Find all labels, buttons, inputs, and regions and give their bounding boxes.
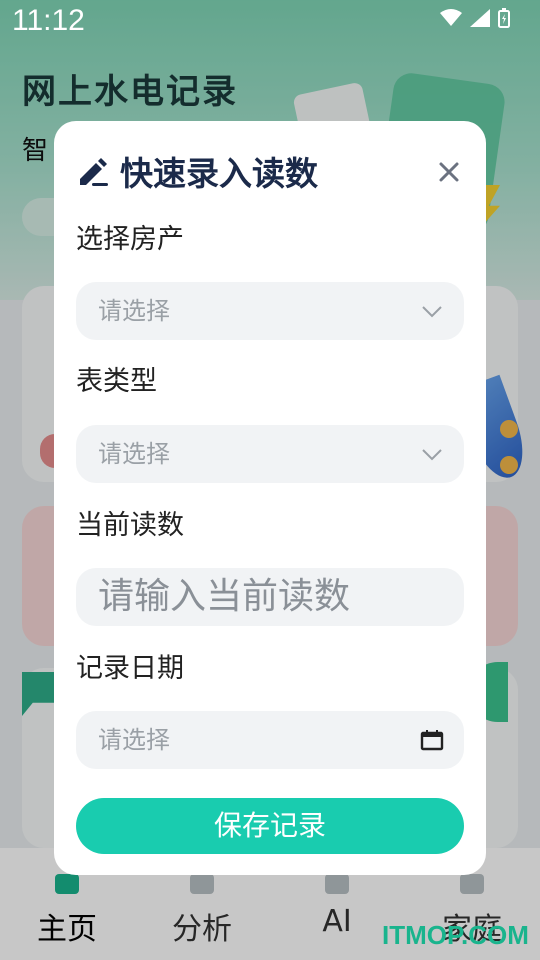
modal-title: 快速录入读数 xyxy=(120,154,318,193)
wifi-icon xyxy=(440,9,462,26)
chevron-down-icon xyxy=(422,306,442,318)
meter-type-select[interactable]: 请选择 xyxy=(76,425,464,483)
property-placeholder: 请选择 xyxy=(98,297,170,325)
property-select[interactable]: 请选择 xyxy=(76,282,464,340)
close-button[interactable] xyxy=(432,155,466,189)
meter-type-label: 表类型 xyxy=(76,366,157,397)
reading-input[interactable]: 请输入当前读数 xyxy=(76,568,464,626)
status-icons xyxy=(440,8,510,28)
reading-placeholder: 请输入当前读数 xyxy=(98,576,351,617)
meter-type-placeholder: 请选择 xyxy=(98,440,170,468)
modal-header: 快速录入读数 xyxy=(76,151,464,199)
battery-icon xyxy=(498,8,510,28)
date-placeholder: 请选择 xyxy=(98,726,170,754)
property-label: 选择房产 xyxy=(76,224,184,255)
quick-entry-modal: 快速录入读数 选择房产 请选择 表类型 请选择 当前读数 请输入当前读数 记录日… xyxy=(54,121,486,875)
edit-icon xyxy=(80,158,108,186)
reading-label: 当前读数 xyxy=(76,510,184,541)
calendar-icon xyxy=(420,730,444,751)
signal-icon xyxy=(470,9,490,27)
status-bar: 11:12 xyxy=(0,0,540,44)
date-label: 记录日期 xyxy=(76,653,184,684)
close-icon xyxy=(439,162,459,182)
site-watermark: ITMOP.COM xyxy=(382,920,529,950)
status-time: 11:12 xyxy=(12,4,85,37)
date-picker[interactable]: 请选择 xyxy=(76,711,464,769)
chevron-down-icon xyxy=(422,449,442,461)
save-record-button[interactable]: 保存记录 xyxy=(76,798,464,854)
